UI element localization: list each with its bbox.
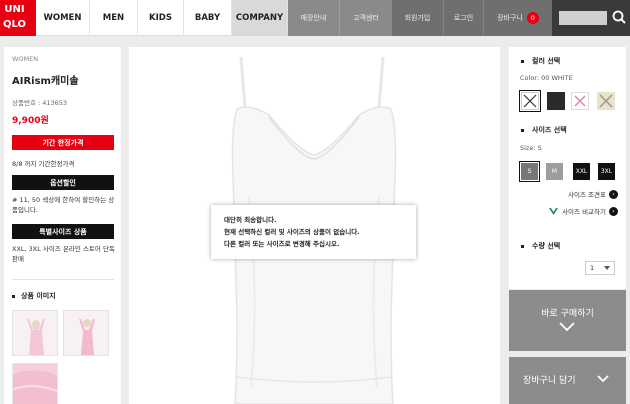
nav-baby[interactable]: BABY [184,0,232,36]
out-of-stock-popup: 대단히 죄송합니다. 현재 선택하신 컬러 및 사이즈의 상품이 없습니다. 다… [211,205,416,259]
nav-kids[interactable]: KIDS [138,0,184,36]
options-panel: 컬러 선택 Color: 00 WHITE 사이즈 선택 Size: S S M… [509,47,626,289]
search-area [552,0,630,36]
size-option-m[interactable]: M [546,163,563,180]
product-number: 상품번호 : 413653 [12,99,68,107]
special-size-note: XXL, 3XL 사이즈 온라인 스토어 단독 판매 [12,245,115,263]
product-info-panel: WOMEN AIRism캐미솔 상품번호 : 413653 9,900원 기간 … [4,47,121,404]
popup-line-1: 대단히 죄송합니다. [224,216,277,224]
chevron-right-icon: › [609,189,618,199]
add-to-cart-button[interactable]: 장바구니 담기 [509,357,626,404]
pink-fabric-thumb [13,364,57,404]
size-compare-link[interactable]: 사이즈 비교하기 › [548,206,618,216]
nav-women[interactable]: WOMEN [36,0,90,36]
size-chart-link[interactable]: 사이즈 조견표 › [568,189,618,199]
option-discount-note: # 11, 50 색상에 한하여 할인하는 상품입니다. [12,196,115,214]
divider [12,279,114,280]
pink-camisole-thumb-1 [13,311,57,355]
nav-login[interactable]: 로그인 [444,0,484,36]
quantity-select[interactable]: 1 [585,261,615,275]
limited-price-badge: 기간 한정가격 [12,135,114,150]
color-select-title: 컬러 선택 [521,56,560,66]
nav-cart-label: 장바구니 [497,14,523,22]
color-swatch-white[interactable] [519,90,541,112]
buy-now-button[interactable]: 바로 구매하기 [509,290,626,351]
product-name: AIRism캐미솔 [12,76,79,87]
product-thumbnail[interactable] [12,310,58,356]
logo-text-top: UNI [4,4,25,15]
search-input[interactable] [559,11,607,25]
nav-cart[interactable]: 장바구니 0 [484,0,552,36]
add-to-cart-label: 장바구니 담기 [523,376,576,386]
limited-price-note: 8/8 까지 기간한정가격 [12,160,75,168]
nav-customer-center[interactable]: 고객센터 [340,0,392,36]
nav-signup[interactable]: 회원가입 [392,0,444,36]
color-swatch-beige[interactable] [597,92,615,110]
selected-size-label: Size: S [520,144,542,152]
color-swatch-pink[interactable] [571,92,589,110]
selected-color-label: Color: 00 WHITE [520,74,573,82]
unavailable-x-icon [599,94,613,108]
chevron-down-icon [604,266,610,270]
special-size-badge: 특별사이즈 상품 [12,224,114,239]
top-navigation: UNI QLO WOMEN MEN KIDS BABY COMPANY 매장안내… [0,0,630,36]
search-icon[interactable] [611,8,627,26]
nav-men[interactable]: MEN [90,0,138,36]
product-category: WOMEN [12,55,39,63]
buy-now-label: 바로 구매하기 [541,309,594,319]
option-discount-badge: 옵션할인 [12,175,114,190]
chevron-down-icon [559,322,575,332]
uniqlo-logo[interactable]: UNI QLO [0,0,36,36]
product-price: 9,900원 [12,116,49,126]
size-option-xxl[interactable]: XXL [573,163,590,180]
quantity-select-title: 수량 선택 [521,241,560,251]
unavailable-x-icon [523,94,537,108]
product-thumbnail[interactable] [63,310,109,356]
pink-camisole-thumb-2 [64,311,108,355]
unavailable-x-icon [574,95,586,107]
size-option-s[interactable]: S [519,161,540,182]
chevron-down-icon [597,375,609,383]
color-swatch-black[interactable] [547,92,565,110]
check-icon [549,207,559,215]
popup-line-2: 현재 선택하신 컬러 및 사이즈의 상품이 없습니다. [224,228,360,236]
popup-line-3: 다른 컬러 또는 사이즈로 변경해 주십시오. [224,240,340,248]
logo-text-bottom: QLO [3,19,27,30]
product-thumbnail[interactable] [12,363,58,404]
size-option-3xl[interactable]: 3XL [598,163,615,180]
nav-company[interactable]: COMPANY [232,0,288,36]
size-select-title: 사이즈 선택 [521,125,567,135]
nav-store-info[interactable]: 매장안내 [288,0,340,36]
product-images-title: 상품 이미지 [12,291,56,301]
chevron-right-icon: › [609,206,618,216]
cart-count-badge: 0 [526,12,539,24]
